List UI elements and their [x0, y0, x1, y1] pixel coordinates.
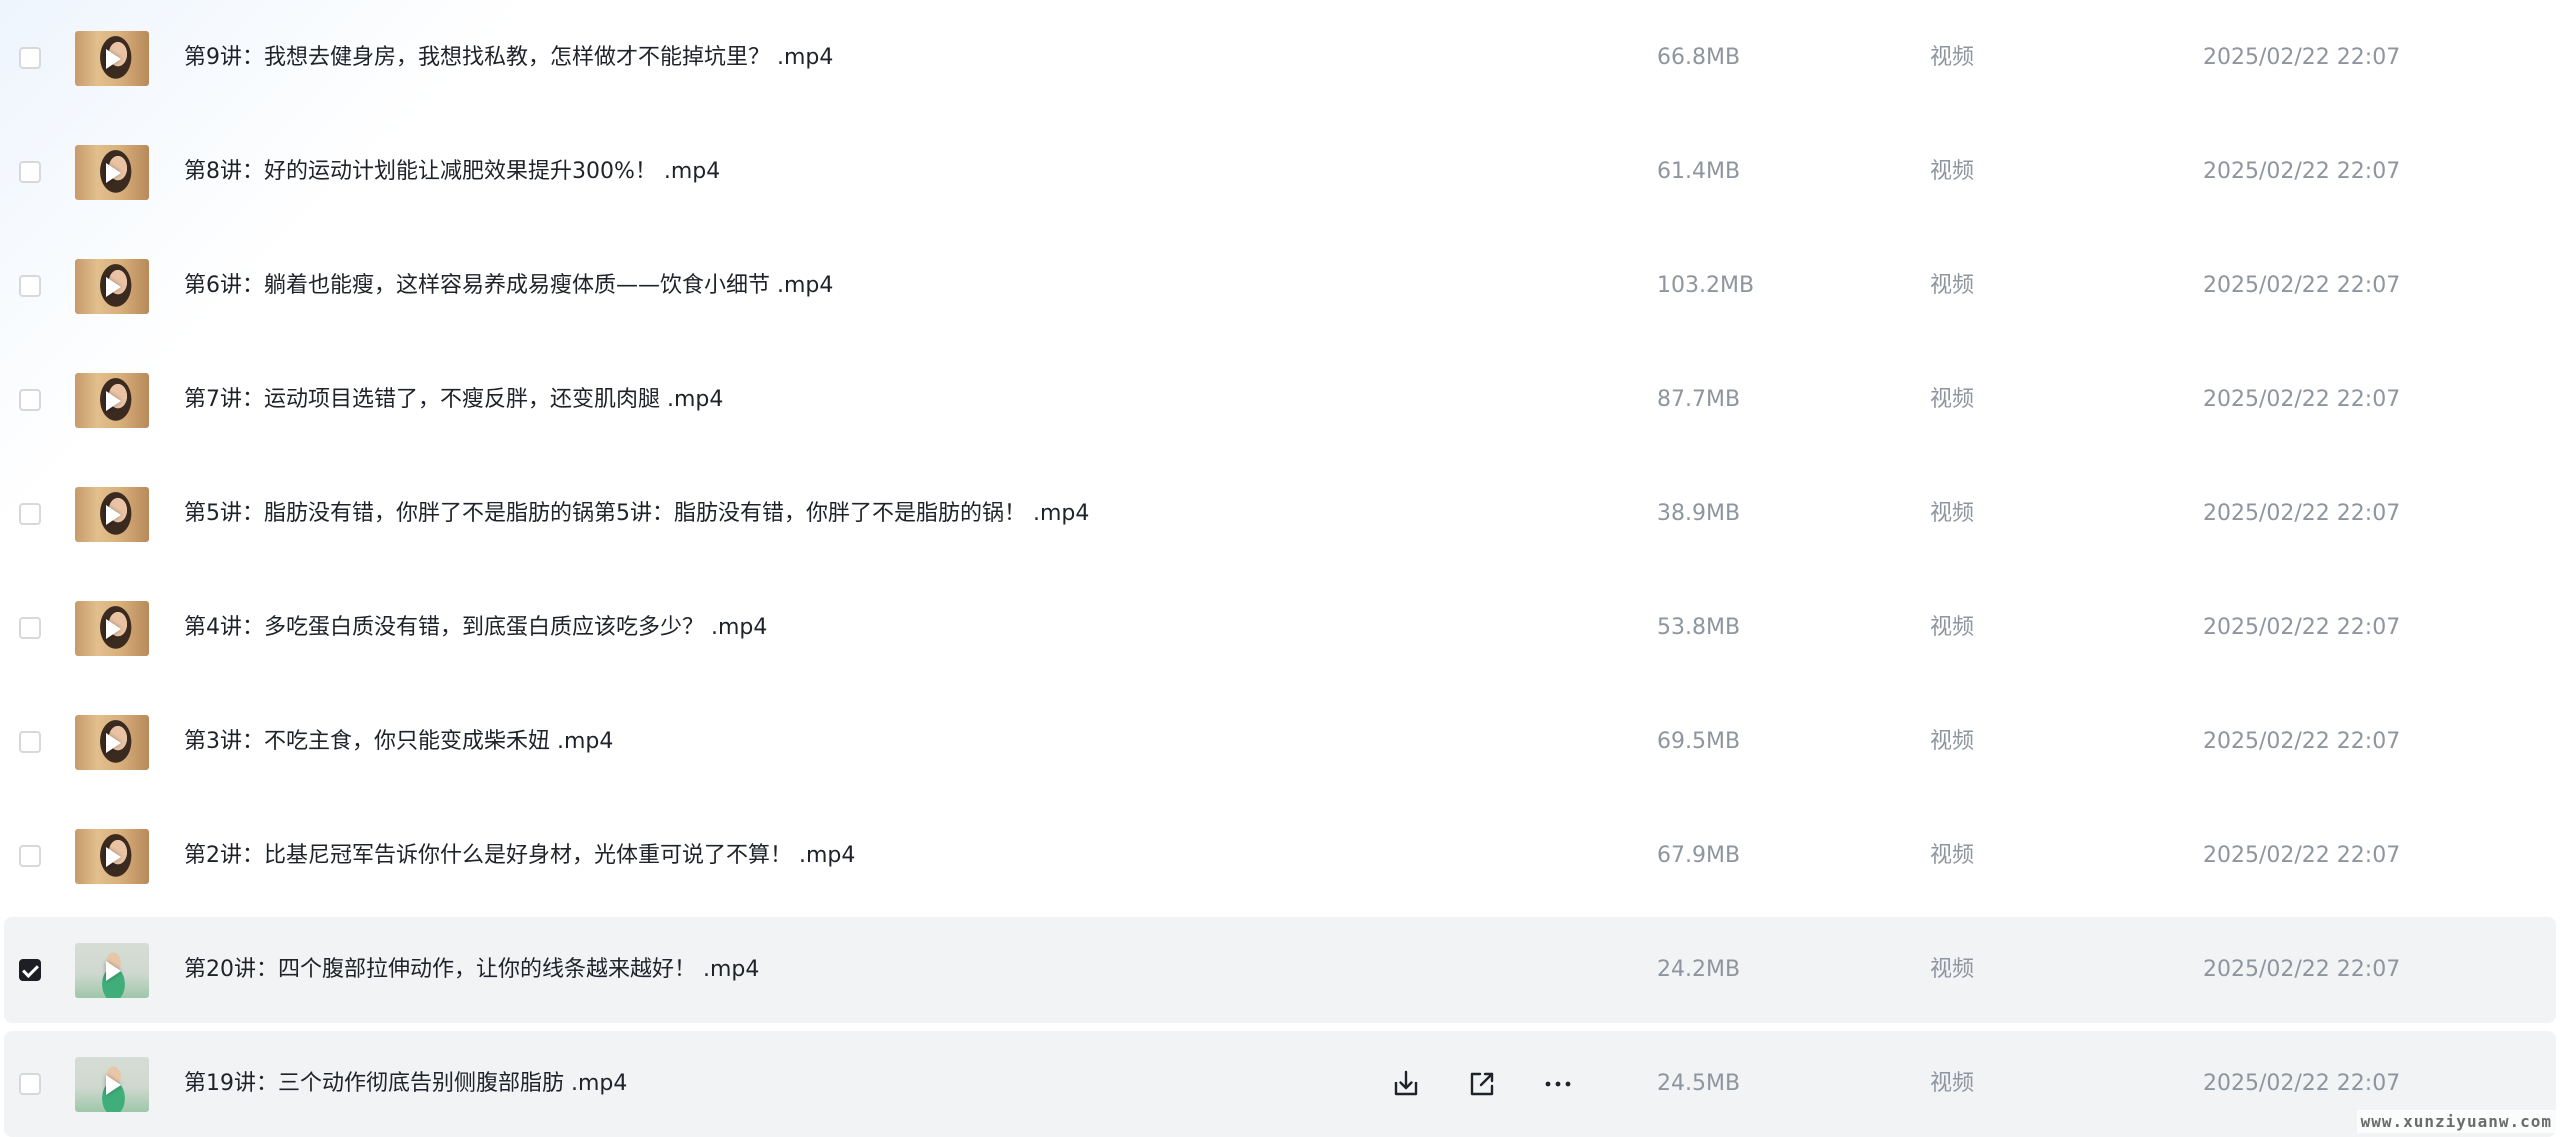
file-name[interactable]: 第8讲：好的运动计划能让减肥效果提升300%！ .mp4: [184, 159, 720, 185]
row-checkbox-checked[interactable]: [19, 959, 41, 981]
share-icon[interactable]: [1466, 1068, 1498, 1100]
file-size: 38.9MB: [1657, 501, 1741, 526]
row-checkbox[interactable]: [19, 1073, 41, 1095]
file-date: 2025/02/22 22:07: [2203, 729, 2401, 754]
file-date: 2025/02/22 22:07: [2203, 843, 2401, 868]
file-size: 24.5MB: [1657, 1071, 1741, 1096]
file-name[interactable]: 第7讲：运动项目选错了，不瘦反胖，还变肌肉腿 .mp4: [184, 387, 723, 413]
video-thumbnail[interactable]: [75, 487, 149, 542]
file-row[interactable]: 第8讲：好的运动计划能让减肥效果提升300%！ .mp4 61.4MB 视频 2…: [4, 119, 2556, 225]
more-icon[interactable]: [1542, 1068, 1574, 1100]
row-checkbox[interactable]: [19, 161, 41, 183]
file-date: 2025/02/22 22:07: [2203, 501, 2401, 526]
row-checkbox[interactable]: [19, 389, 41, 411]
play-icon: [106, 1074, 121, 1095]
row-checkbox[interactable]: [19, 47, 41, 69]
file-type: 视频: [1930, 1071, 1975, 1096]
video-thumbnail[interactable]: [75, 943, 149, 998]
file-type: 视频: [1930, 45, 1975, 70]
play-icon: [106, 846, 121, 867]
file-row[interactable]: 第4讲：多吃蛋白质没有错，到底蛋白质应该吃多少？ .mp4 53.8MB 视频 …: [4, 575, 2556, 681]
video-thumbnail[interactable]: [75, 715, 149, 770]
file-type: 视频: [1930, 843, 1975, 868]
file-name[interactable]: 第4讲：多吃蛋白质没有错，到底蛋白质应该吃多少？ .mp4: [184, 615, 767, 641]
play-icon: [106, 48, 121, 69]
video-thumbnail[interactable]: [75, 373, 149, 428]
file-date: 2025/02/22 22:07: [2203, 615, 2401, 640]
file-name[interactable]: 第19讲：三个动作彻底告别侧腹部脂肪 .mp4: [184, 1071, 627, 1097]
file-name[interactable]: 第3讲：不吃主食，你只能变成柴禾妞 .mp4: [184, 729, 613, 755]
watermark: www.xunziyuanw.com: [2356, 1110, 2556, 1133]
file-type: 视频: [1930, 501, 1975, 526]
file-type: 视频: [1930, 159, 1975, 184]
file-name[interactable]: 第5讲：脂肪没有错，你胖了不是脂肪的锅第5讲：脂肪没有错，你胖了不是脂肪的锅！ …: [184, 501, 1089, 527]
file-row-selected[interactable]: 第20讲：四个腹部拉伸动作，让你的线条越来越好！ .mp4 24.2MB 视频 …: [4, 917, 2556, 1023]
file-name[interactable]: 第9讲：我想去健身房，我想找私教，怎样做才不能掉坑里？ .mp4: [184, 45, 833, 71]
video-thumbnail[interactable]: [75, 145, 149, 200]
file-row[interactable]: 第6讲：躺着也能瘦，这样容易养成易瘦体质——饮食小细节 .mp4 103.2MB…: [4, 233, 2556, 339]
play-icon: [106, 162, 121, 183]
play-icon: [106, 504, 121, 525]
video-thumbnail[interactable]: [75, 259, 149, 314]
play-icon: [106, 276, 121, 297]
file-row[interactable]: 第9讲：我想去健身房，我想找私教，怎样做才不能掉坑里？ .mp4 66.8MB …: [4, 5, 2556, 111]
video-thumbnail[interactable]: [75, 31, 149, 86]
file-list-page: 第9讲：我想去健身房，我想找私教，怎样做才不能掉坑里？ .mp4 66.8MB …: [0, 0, 2560, 1137]
file-date: 2025/02/22 22:07: [2203, 1071, 2401, 1096]
file-row[interactable]: 第3讲：不吃主食，你只能变成柴禾妞 .mp4 69.5MB 视频 2025/02…: [4, 689, 2556, 795]
file-name[interactable]: 第6讲：躺着也能瘦，这样容易养成易瘦体质——饮食小细节 .mp4: [184, 273, 833, 299]
row-checkbox[interactable]: [19, 275, 41, 297]
file-row[interactable]: 第7讲：运动项目选错了，不瘦反胖，还变肌肉腿 .mp4 87.7MB 视频 20…: [4, 347, 2556, 453]
file-name[interactable]: 第2讲：比基尼冠军告诉你什么是好身材，光体重可说了不算！ .mp4: [184, 843, 855, 869]
play-icon: [106, 390, 121, 411]
file-size: 53.8MB: [1657, 615, 1741, 640]
file-type: 视频: [1930, 387, 1975, 412]
video-thumbnail[interactable]: [75, 1057, 149, 1112]
file-type: 视频: [1930, 957, 1975, 982]
file-row[interactable]: 第2讲：比基尼冠军告诉你什么是好身材，光体重可说了不算！ .mp4 67.9MB…: [4, 803, 2556, 909]
row-checkbox[interactable]: [19, 503, 41, 525]
file-type: 视频: [1930, 615, 1975, 640]
video-thumbnail[interactable]: [75, 829, 149, 884]
file-row[interactable]: 第5讲：脂肪没有错，你胖了不是脂肪的锅第5讲：脂肪没有错，你胖了不是脂肪的锅！ …: [4, 461, 2556, 567]
file-date: 2025/02/22 22:07: [2203, 45, 2401, 70]
row-checkbox[interactable]: [19, 731, 41, 753]
file-size: 87.7MB: [1657, 387, 1741, 412]
video-thumbnail[interactable]: [75, 601, 149, 656]
file-size: 24.2MB: [1657, 957, 1741, 982]
file-date: 2025/02/22 22:07: [2203, 387, 2401, 412]
row-checkbox[interactable]: [19, 617, 41, 639]
row-checkbox[interactable]: [19, 845, 41, 867]
file-date: 2025/02/22 22:07: [2203, 273, 2401, 298]
play-icon: [106, 732, 121, 753]
file-date: 2025/02/22 22:07: [2203, 159, 2401, 184]
play-icon: [106, 618, 121, 639]
download-icon[interactable]: [1390, 1068, 1422, 1100]
file-type: 视频: [1930, 729, 1975, 754]
play-icon: [106, 960, 121, 981]
file-date: 2025/02/22 22:07: [2203, 957, 2401, 982]
file-name[interactable]: 第20讲：四个腹部拉伸动作，让你的线条越来越好！ .mp4: [184, 957, 759, 983]
file-size: 103.2MB: [1657, 273, 1755, 298]
file-size: 69.5MB: [1657, 729, 1741, 754]
file-row-hovered[interactable]: 第19讲：三个动作彻底告别侧腹部脂肪 .mp4 24.5MB 视频 2025/0…: [4, 1031, 2556, 1137]
file-size: 66.8MB: [1657, 45, 1741, 70]
file-type: 视频: [1930, 273, 1975, 298]
file-size: 61.4MB: [1657, 159, 1741, 184]
file-size: 67.9MB: [1657, 843, 1741, 868]
